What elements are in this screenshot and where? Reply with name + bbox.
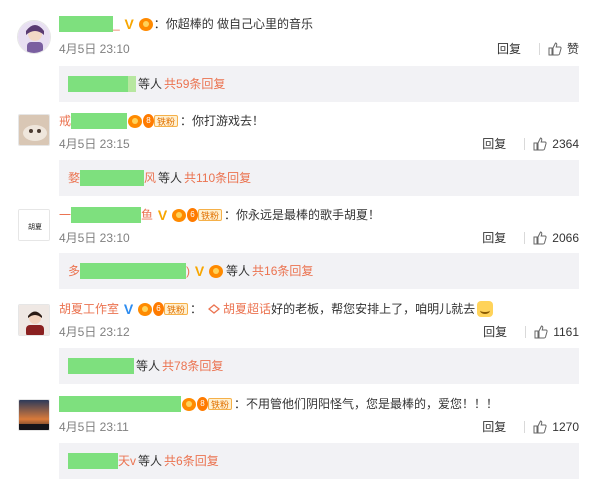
chaohua-link[interactable]: 胡夏超话 (208, 299, 271, 319)
fan-badge: 8 铁粉 (197, 397, 233, 411)
sub-reply-count-link[interactable]: 共78条回复 (162, 348, 223, 384)
v-badge-icon: V (194, 262, 205, 279)
username-prefix[interactable]: 一 (59, 205, 71, 225)
username-prefix[interactable]: 戒 (59, 111, 71, 131)
fan-badge: 6 铁粉 (153, 302, 189, 316)
v-badge-icon: V (123, 300, 134, 317)
divider (538, 43, 540, 55)
comment-text: 好的老板，帮您安排上了，咱明儿就去 (271, 302, 476, 316)
crown-icon (138, 17, 153, 31)
sub-reply-who: 等人 (136, 359, 161, 373)
divider (524, 232, 526, 244)
avatar[interactable] (18, 304, 50, 336)
comment-text: ：你超棒的 做自己心里的音乐 (153, 17, 314, 31)
crown-icon (182, 397, 196, 411)
thumb-up-icon (533, 231, 547, 245)
reply-button[interactable]: 回复 (483, 323, 507, 341)
thumb-up-icon (534, 325, 548, 339)
comment-meta: 4月5日 23:15 回复 2364 (59, 135, 579, 153)
comment-time: 4月5日 23:10 (59, 42, 130, 56)
masked-username[interactable] (80, 263, 187, 279)
thumb-up-icon (548, 42, 562, 56)
comment-line: 戒 8 铁粉 ：你打游戏去！ (59, 111, 579, 131)
comment-text: ：不用管他们阴阳怪气，您是最棒的，爱您！！！ (234, 397, 499, 411)
like-button[interactable]: 1270 (533, 418, 579, 436)
sub-reply-who: 等人 (158, 171, 183, 185)
crown-icon (128, 114, 143, 128)
crown-icon (172, 208, 187, 222)
like-button[interactable]: 2066 (533, 229, 579, 247)
sub-reply-who: 等人 (138, 454, 163, 468)
chaohua-icon (208, 304, 221, 314)
masked-username[interactable] (59, 396, 181, 412)
sub-replies-bar[interactable]: 等人 共59条回复 (59, 66, 579, 102)
sub-replies-bar[interactable]: 天v 等人 共6条回复 (59, 443, 579, 479)
masked-username[interactable] (59, 16, 113, 32)
like-count: 赞 (566, 42, 579, 56)
like-button[interactable]: 2364 (533, 135, 579, 153)
divider (524, 421, 526, 433)
comment-time: 4月5日 23:10 (59, 231, 130, 245)
comment-text: ：你打游戏去！ (180, 114, 265, 128)
like-count: 2364 (552, 137, 579, 151)
comment-line: 8 铁粉 ：不用管他们阴阳怪气，您是最棒的，爱您！！！ (59, 394, 579, 414)
sub-reply-count-link[interactable]: 共6条回复 (164, 443, 219, 479)
thumb-up-icon (533, 137, 547, 151)
comment-line: 胡夏工作室 V 6 铁粉 ： 胡夏超话 好的老板，帮您安排上了，咱明儿就去 (59, 299, 579, 319)
reply-button[interactable]: 回复 (497, 40, 521, 58)
masked-username[interactable] (71, 113, 128, 129)
comment-time: 4月5日 23:11 (59, 420, 129, 434)
masked-username[interactable] (68, 453, 118, 469)
emoji-icon (477, 301, 494, 317)
sub-reply-count-link[interactable]: 共16条回复 (252, 253, 313, 289)
reply-button[interactable]: 回复 (482, 229, 506, 247)
v-badge-icon: V (157, 206, 168, 223)
reply-button[interactable]: 回复 (482, 135, 506, 153)
divider (525, 326, 527, 338)
v-badge-icon: V (124, 15, 134, 32)
sub-reply-who: 等人 (226, 264, 251, 278)
comment-time: 4月5日 23:12 (59, 325, 130, 339)
comment-meta: 4月5日 23:12 回复 1161 (59, 323, 579, 341)
sub-replies-bar[interactable]: 婺 风 等人 共110条回复 (59, 160, 579, 196)
like-button[interactable]: 1161 (534, 323, 579, 341)
masked-username[interactable] (68, 76, 128, 92)
avatar[interactable]: 胡夏 (18, 209, 50, 241)
thumb-up-icon (533, 420, 547, 434)
fan-badge: 8 铁粉 (143, 114, 179, 128)
like-count: 1270 (552, 420, 579, 434)
masked-username[interactable] (68, 358, 134, 374)
reply-button[interactable]: 回复 (482, 418, 506, 436)
sub-reply-count-link[interactable]: 共59条回复 (164, 66, 225, 102)
svg-text:胡夏: 胡夏 (28, 222, 42, 231)
comment-time: 4月5日 23:15 (59, 137, 130, 151)
comment-line: 一 鱼 V 6 铁粉 ：你永远是最棒的歌手胡夏！ (59, 205, 579, 225)
comment-text: ：你永远是最棒的歌手胡夏！ (224, 208, 381, 222)
avatar[interactable] (17, 20, 51, 54)
like-button[interactable]: 赞 (548, 40, 579, 58)
divider (524, 138, 526, 150)
comment-meta: 4月5日 23:11 回复 1270 (59, 418, 579, 436)
crown-icon (209, 264, 224, 278)
like-count: 1161 (553, 325, 579, 339)
comment-meta: 4月5日 23:10 回复 2066 (59, 229, 579, 247)
masked-username[interactable] (80, 170, 145, 186)
avatar[interactable] (18, 114, 50, 146)
like-count: 2066 (552, 231, 579, 245)
comment-meta: 4月5日 23:10 回复 赞 (59, 40, 579, 58)
crown-icon (138, 302, 153, 316)
comment-line: _ V ：你超棒的 做自己心里的音乐 (59, 14, 579, 34)
sub-replies-bar[interactable]: 多 ) V 等人 共16条回复 (59, 253, 579, 289)
masked-username[interactable] (71, 207, 142, 223)
avatar[interactable] (18, 399, 50, 431)
fan-badge: 6 铁粉 (187, 208, 223, 222)
sub-reply-count-link[interactable]: 共110条回复 (184, 160, 251, 196)
username[interactable]: 胡夏工作室 (59, 299, 119, 319)
sub-replies-bar[interactable]: 等人 共78条回复 (59, 348, 579, 384)
sub-reply-who: 等人 (138, 77, 163, 91)
